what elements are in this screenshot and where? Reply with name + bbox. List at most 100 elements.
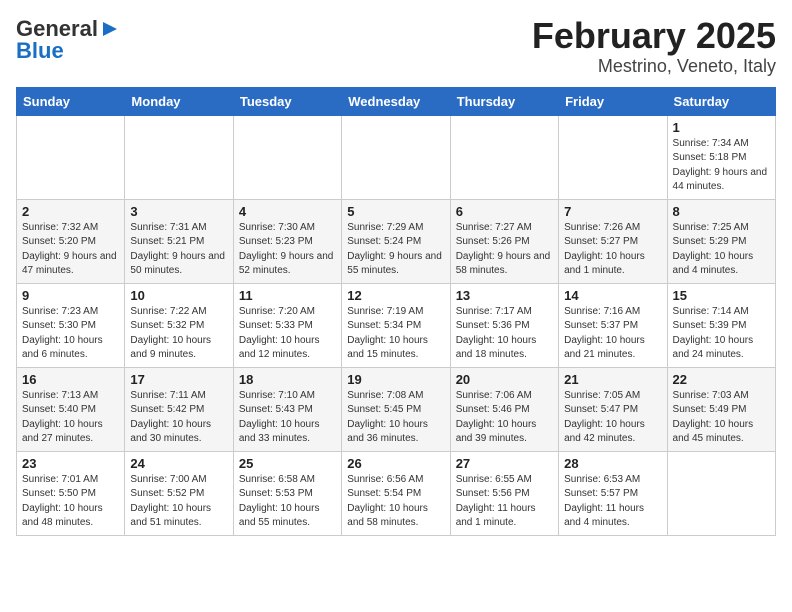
calendar-cell: 26 Sunrise: 6:56 AM Sunset: 5:54 PM Dayli… (342, 451, 450, 535)
day-number: 13 (456, 288, 553, 303)
weekday-header-sunday: Sunday (17, 87, 125, 115)
day-number: 3 (130, 204, 227, 219)
day-number: 7 (564, 204, 661, 219)
day-info: Sunrise: 7:10 AM Sunset: 5:43 PM Dayligh… (239, 389, 336, 447)
day-number: 9 (22, 288, 119, 303)
calendar-week-3: 9Sunrise: 7:23 AM Sunset: 5:30 PM Daylig… (17, 283, 776, 367)
calendar-cell: 12 Sunrise: 7:19 AM Sunset: 5:34 PM Dayli… (342, 283, 450, 367)
weekday-header-row: SundayMondayTuesdayWednesdayThursdayFrid… (17, 87, 776, 115)
day-number: 23 (22, 456, 119, 471)
logo-blue: Blue (16, 38, 64, 64)
calendar-cell (233, 115, 341, 199)
calendar-cell: 22 Sunrise: 7:03 AM Sunset: 5:49 PM Dayli… (667, 367, 775, 451)
weekday-header-friday: Friday (559, 87, 667, 115)
day-number: 27 (456, 456, 553, 471)
day-number: 21 (564, 372, 661, 387)
calendar-cell: 18 Sunrise: 7:10 AM Sunset: 5:43 PM Dayli… (233, 367, 341, 451)
day-info: Sunrise: 7:16 AM Sunset: 5:37 PM Dayligh… (564, 305, 661, 363)
day-number: 15 (673, 288, 770, 303)
day-info: Sunrise: 7:20 AM Sunset: 5:33 PM Dayligh… (239, 305, 336, 363)
day-info: Sunrise: 7:14 AM Sunset: 5:39 PM Dayligh… (673, 305, 770, 363)
calendar-cell (17, 115, 125, 199)
day-info: Sunrise: 7:30 AM Sunset: 5:23 PM Dayligh… (239, 221, 336, 279)
calendar-cell: 11Sunrise: 7:20 AM Sunset: 5:33 PM Dayli… (233, 283, 341, 367)
day-info: Sunrise: 7:34 AM Sunset: 5:18 PM Dayligh… (673, 137, 770, 195)
day-number: 5 (347, 204, 444, 219)
day-number: 4 (239, 204, 336, 219)
calendar-cell: 15 Sunrise: 7:14 AM Sunset: 5:39 PM Dayli… (667, 283, 775, 367)
day-number: 10 (130, 288, 227, 303)
calendar-cell: 28 Sunrise: 6:53 AM Sunset: 5:57 PM Dayli… (559, 451, 667, 535)
day-info: Sunrise: 7:11 AM Sunset: 5:42 PM Dayligh… (130, 389, 227, 447)
calendar-cell (450, 115, 558, 199)
calendar-cell (342, 115, 450, 199)
day-info: Sunrise: 7:06 AM Sunset: 5:46 PM Dayligh… (456, 389, 553, 447)
weekday-header-monday: Monday (125, 87, 233, 115)
calendar-cell: 6Sunrise: 7:27 AM Sunset: 5:26 PM Daylig… (450, 199, 558, 283)
day-number: 17 (130, 372, 227, 387)
day-info: Sunrise: 7:19 AM Sunset: 5:34 PM Dayligh… (347, 305, 444, 363)
calendar-cell (125, 115, 233, 199)
calendar-cell: 8Sunrise: 7:25 AM Sunset: 5:29 PM Daylig… (667, 199, 775, 283)
day-info: Sunrise: 7:29 AM Sunset: 5:24 PM Dayligh… (347, 221, 444, 279)
weekday-header-wednesday: Wednesday (342, 87, 450, 115)
day-info: Sunrise: 7:26 AM Sunset: 5:27 PM Dayligh… (564, 221, 661, 279)
calendar-cell (667, 451, 775, 535)
calendar-cell: 4 Sunrise: 7:30 AM Sunset: 5:23 PM Daylig… (233, 199, 341, 283)
calendar-cell: 21 Sunrise: 7:05 AM Sunset: 5:47 PM Dayli… (559, 367, 667, 451)
day-number: 14 (564, 288, 661, 303)
day-info: Sunrise: 7:01 AM Sunset: 5:50 PM Dayligh… (22, 473, 119, 531)
calendar-cell: 25 Sunrise: 6:58 AM Sunset: 5:53 PM Dayli… (233, 451, 341, 535)
calendar-cell: 24Sunrise: 7:00 AM Sunset: 5:52 PM Dayli… (125, 451, 233, 535)
calendar-cell (559, 115, 667, 199)
day-number: 22 (673, 372, 770, 387)
day-info: Sunrise: 6:53 AM Sunset: 5:57 PM Dayligh… (564, 473, 661, 531)
title-block: February 2025 Mestrino, Veneto, Italy (532, 16, 776, 77)
logo-icon (99, 18, 121, 40)
calendar-cell: 20 Sunrise: 7:06 AM Sunset: 5:46 PM Dayli… (450, 367, 558, 451)
calendar-cell: 14 Sunrise: 7:16 AM Sunset: 5:37 PM Dayli… (559, 283, 667, 367)
day-info: Sunrise: 7:22 AM Sunset: 5:32 PM Dayligh… (130, 305, 227, 363)
day-number: 1 (673, 120, 770, 135)
calendar-week-1: 1 Sunrise: 7:34 AM Sunset: 5:18 PM Daylig… (17, 115, 776, 199)
day-info: Sunrise: 6:58 AM Sunset: 5:53 PM Dayligh… (239, 473, 336, 531)
weekday-header-saturday: Saturday (667, 87, 775, 115)
calendar-cell: 10 Sunrise: 7:22 AM Sunset: 5:32 PM Dayli… (125, 283, 233, 367)
day-info: Sunrise: 6:56 AM Sunset: 5:54 PM Dayligh… (347, 473, 444, 531)
logo: General Blue (16, 16, 121, 64)
calendar-table: SundayMondayTuesdayWednesdayThursdayFrid… (16, 87, 776, 536)
calendar-subtitle: Mestrino, Veneto, Italy (532, 56, 776, 77)
day-info: Sunrise: 7:13 AM Sunset: 5:40 PM Dayligh… (22, 389, 119, 447)
day-number: 12 (347, 288, 444, 303)
calendar-cell: 2 Sunrise: 7:32 AM Sunset: 5:20 PM Daylig… (17, 199, 125, 283)
day-info: Sunrise: 7:05 AM Sunset: 5:47 PM Dayligh… (564, 389, 661, 447)
weekday-header-thursday: Thursday (450, 87, 558, 115)
day-info: Sunrise: 7:25 AM Sunset: 5:29 PM Dayligh… (673, 221, 770, 279)
day-info: Sunrise: 7:31 AM Sunset: 5:21 PM Dayligh… (130, 221, 227, 279)
calendar-cell: 17 Sunrise: 7:11 AM Sunset: 5:42 PM Dayli… (125, 367, 233, 451)
calendar-cell: 13Sunrise: 7:17 AM Sunset: 5:36 PM Dayli… (450, 283, 558, 367)
calendar-week-4: 16 Sunrise: 7:13 AM Sunset: 5:40 PM Dayli… (17, 367, 776, 451)
day-number: 18 (239, 372, 336, 387)
calendar-cell: 19 Sunrise: 7:08 AM Sunset: 5:45 PM Dayli… (342, 367, 450, 451)
day-number: 20 (456, 372, 553, 387)
page-header: General Blue February 2025 Mestrino, Ven… (16, 16, 776, 77)
calendar-week-2: 2 Sunrise: 7:32 AM Sunset: 5:20 PM Daylig… (17, 199, 776, 283)
day-info: Sunrise: 7:03 AM Sunset: 5:49 PM Dayligh… (673, 389, 770, 447)
calendar-cell: 16 Sunrise: 7:13 AM Sunset: 5:40 PM Dayli… (17, 367, 125, 451)
weekday-header-tuesday: Tuesday (233, 87, 341, 115)
calendar-cell: 3 Sunrise: 7:31 AM Sunset: 5:21 PM Daylig… (125, 199, 233, 283)
day-number: 16 (22, 372, 119, 387)
calendar-cell: 23 Sunrise: 7:01 AM Sunset: 5:50 PM Dayli… (17, 451, 125, 535)
day-info: Sunrise: 7:32 AM Sunset: 5:20 PM Dayligh… (22, 221, 119, 279)
day-number: 26 (347, 456, 444, 471)
calendar-cell: 9Sunrise: 7:23 AM Sunset: 5:30 PM Daylig… (17, 283, 125, 367)
day-info: Sunrise: 7:00 AM Sunset: 5:52 PM Dayligh… (130, 473, 227, 531)
day-number: 25 (239, 456, 336, 471)
day-info: Sunrise: 7:27 AM Sunset: 5:26 PM Dayligh… (456, 221, 553, 279)
day-number: 19 (347, 372, 444, 387)
day-info: Sunrise: 7:08 AM Sunset: 5:45 PM Dayligh… (347, 389, 444, 447)
calendar-cell: 7 Sunrise: 7:26 AM Sunset: 5:27 PM Daylig… (559, 199, 667, 283)
day-number: 2 (22, 204, 119, 219)
day-number: 28 (564, 456, 661, 471)
